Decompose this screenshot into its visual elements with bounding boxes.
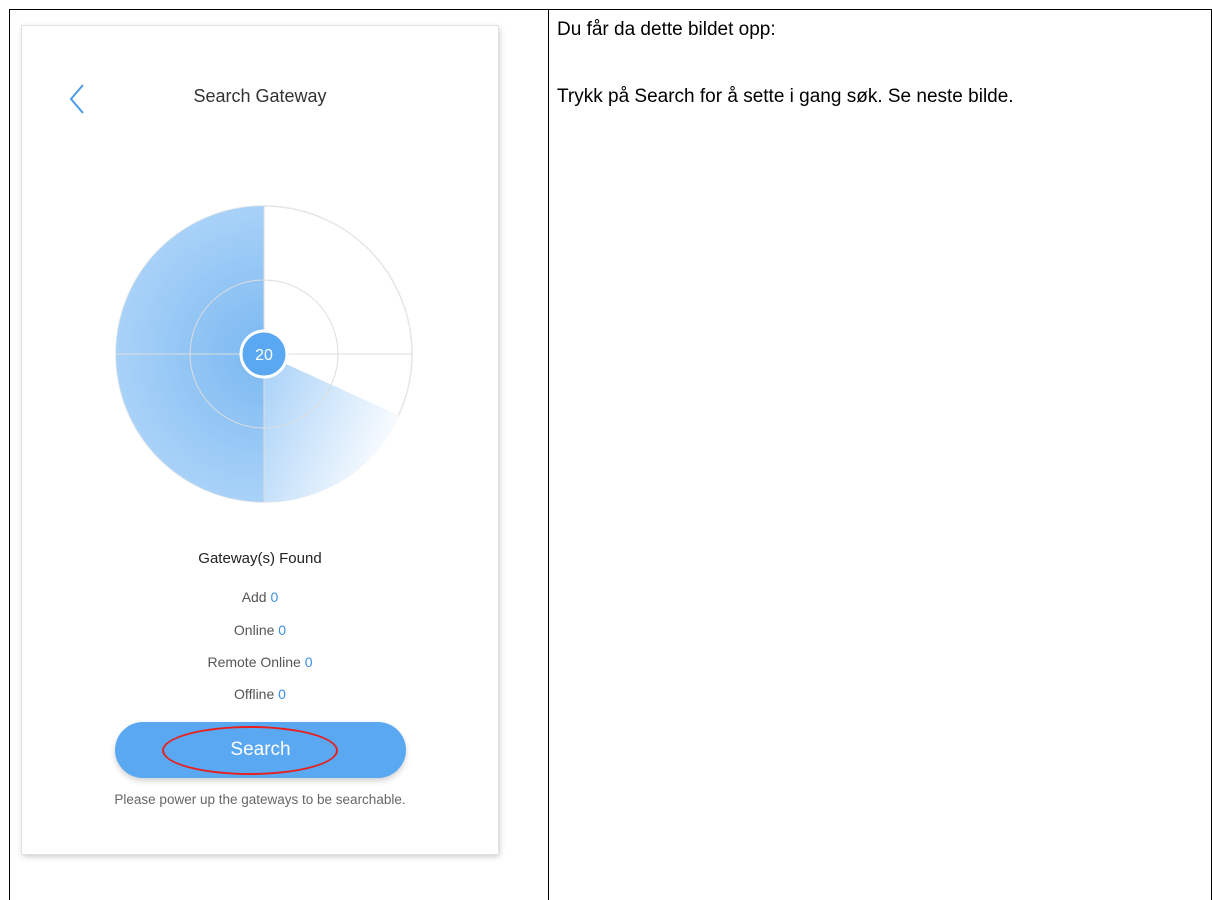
stat-remote-online: Remote Online 0 [22,654,498,670]
stat-label: Remote Online [207,654,301,670]
stat-online: Online 0 [22,622,498,638]
countdown-value: 20 [255,347,273,364]
instruction-line-2: Trykk på Search for å sette i gang søk. … [557,86,1014,107]
stat-label: Online [233,622,275,638]
gateways-found-heading: Gateway(s) Found [198,550,322,567]
stat-value: 0 [278,622,287,638]
radar-scanner: 20 [115,205,413,503]
stat-add: Add 0 [22,589,498,605]
stat-label: Add [241,589,267,605]
annotation-circle [162,726,338,775]
screen-title: Search Gateway [193,86,327,106]
stat-value: 0 [270,589,279,605]
stat-value: 0 [304,654,313,670]
stat-offline: Offline 0 [22,686,498,702]
power-up-hint: Please power up the gateways to be searc… [114,792,406,807]
stat-label: Offline [234,686,275,702]
phone-screenshot: Search Gateway 20 Gateway(s) Found Add 0… [22,26,498,854]
stat-value: 0 [278,686,286,702]
table-column-divider [548,10,549,900]
instruction-cell: Du får da dette bildet opp: Trykk på Sea… [557,16,1197,111]
instruction-line-1: Du får da dette bildet opp: [557,19,776,40]
